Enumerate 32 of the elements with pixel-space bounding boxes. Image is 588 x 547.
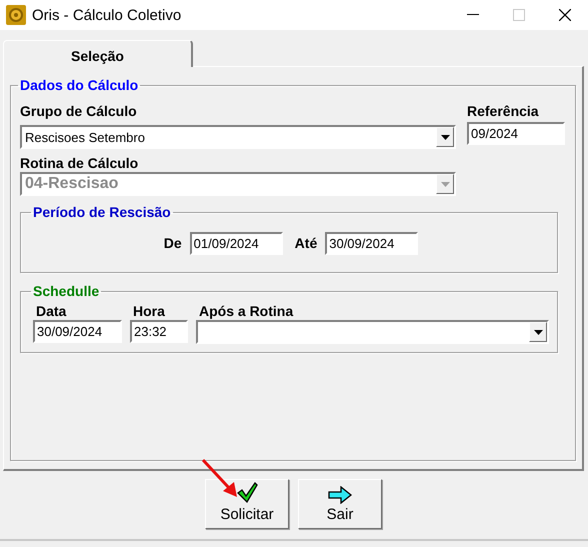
input-field[interactable]: 30/09/2024 xyxy=(33,320,122,343)
field-label: De xyxy=(164,235,182,252)
field-label: Hora xyxy=(132,303,166,320)
field-label: Referência xyxy=(467,103,540,120)
caret-icon xyxy=(440,134,450,140)
group-title: Dados do Cálculo xyxy=(19,77,140,93)
input-field[interactable]: 30/09/2024 xyxy=(325,232,418,255)
dropdown-field[interactable]: Rescisoes Setembro xyxy=(20,125,456,149)
field-label: Após a Rotina xyxy=(198,303,294,320)
dropdown-button[interactable] xyxy=(529,322,547,342)
caret-icon xyxy=(534,330,542,334)
right-arrow-icon xyxy=(328,486,352,504)
input-field[interactable]: 09/2024 xyxy=(467,122,565,145)
app-icon xyxy=(6,5,26,25)
dropdown-button[interactable] xyxy=(436,127,454,147)
input-field[interactable]: 23:32 xyxy=(130,320,188,343)
maximize-icon xyxy=(513,9,525,21)
field-label: Até xyxy=(294,235,318,252)
group-title: Schedulle xyxy=(32,283,100,299)
input-field[interactable]: 01/09/2024 xyxy=(190,232,283,255)
caret-icon xyxy=(440,182,450,186)
field-label: Grupo de Cálculo xyxy=(20,103,138,120)
tab[interactable]: Seleção xyxy=(3,40,193,67)
toolbar-button[interactable]: Solicitar xyxy=(205,479,289,529)
window-title: Oris - Cálculo Coletivo xyxy=(32,6,182,24)
close-icon xyxy=(559,9,571,21)
field-label: Data xyxy=(35,303,68,320)
minimize-icon xyxy=(467,14,479,16)
checkmark-icon xyxy=(236,482,258,504)
group-title: Período de Rescisão xyxy=(32,204,172,220)
toolbar-button[interactable]: Sair xyxy=(298,479,382,529)
field-label: Rotina de Cálculo xyxy=(20,155,140,172)
